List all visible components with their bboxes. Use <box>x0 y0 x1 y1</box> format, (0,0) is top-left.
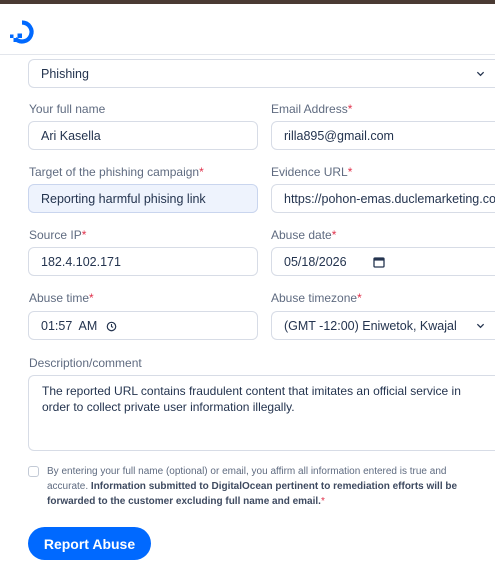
description-label: Description/comment <box>29 356 142 370</box>
full-name-label: Your full name <box>29 102 106 116</box>
abuse-time-input[interactable]: 01:57 AM <box>28 311 258 340</box>
clock-icon[interactable] <box>106 321 117 332</box>
abuse-timezone-label: Abuse timezone* <box>271 291 362 305</box>
report-type-value: Phishing <box>41 66 89 81</box>
digitalocean-logo-icon[interactable] <box>8 19 36 45</box>
target-label: Target of the phishing campaign* <box>29 165 204 179</box>
source-ip-input[interactable]: 182.4.102.171 <box>28 247 258 276</box>
chevron-down-icon <box>476 71 485 77</box>
email-label: Email Address* <box>271 102 353 116</box>
calendar-icon[interactable] <box>373 256 385 268</box>
abuse-timezone-select[interactable]: (GMT -12:00) Eniwetok, Kwajalein <box>271 311 495 340</box>
description-textarea[interactable]: The reported URL contains fraudulent con… <box>28 375 495 451</box>
abuse-date-input[interactable]: 05/18/2026 <box>271 247 495 276</box>
full-name-input[interactable]: Ari Kasella <box>28 121 258 150</box>
chevron-down-icon <box>476 323 485 329</box>
consent-text: By entering your full name (optional) or… <box>47 466 458 507</box>
email-input[interactable]: rilla895@gmail.com <box>271 121 495 150</box>
source-ip-label: Source IP* <box>29 228 87 242</box>
report-abuse-button[interactable]: Report Abuse <box>28 527 151 560</box>
abuse-date-label: Abuse date* <box>271 228 337 242</box>
target-input[interactable]: Reporting harmful phising link <box>28 184 258 213</box>
page-header <box>0 4 495 55</box>
evidence-url-input[interactable]: https://pohon-emas.duclemarketing.com <box>271 184 495 213</box>
consent-checkbox[interactable] <box>28 466 39 477</box>
report-type-select[interactable]: Phishing <box>28 59 495 88</box>
abuse-time-label: Abuse time* <box>29 291 94 305</box>
evidence-url-label: Evidence URL* <box>271 165 353 179</box>
